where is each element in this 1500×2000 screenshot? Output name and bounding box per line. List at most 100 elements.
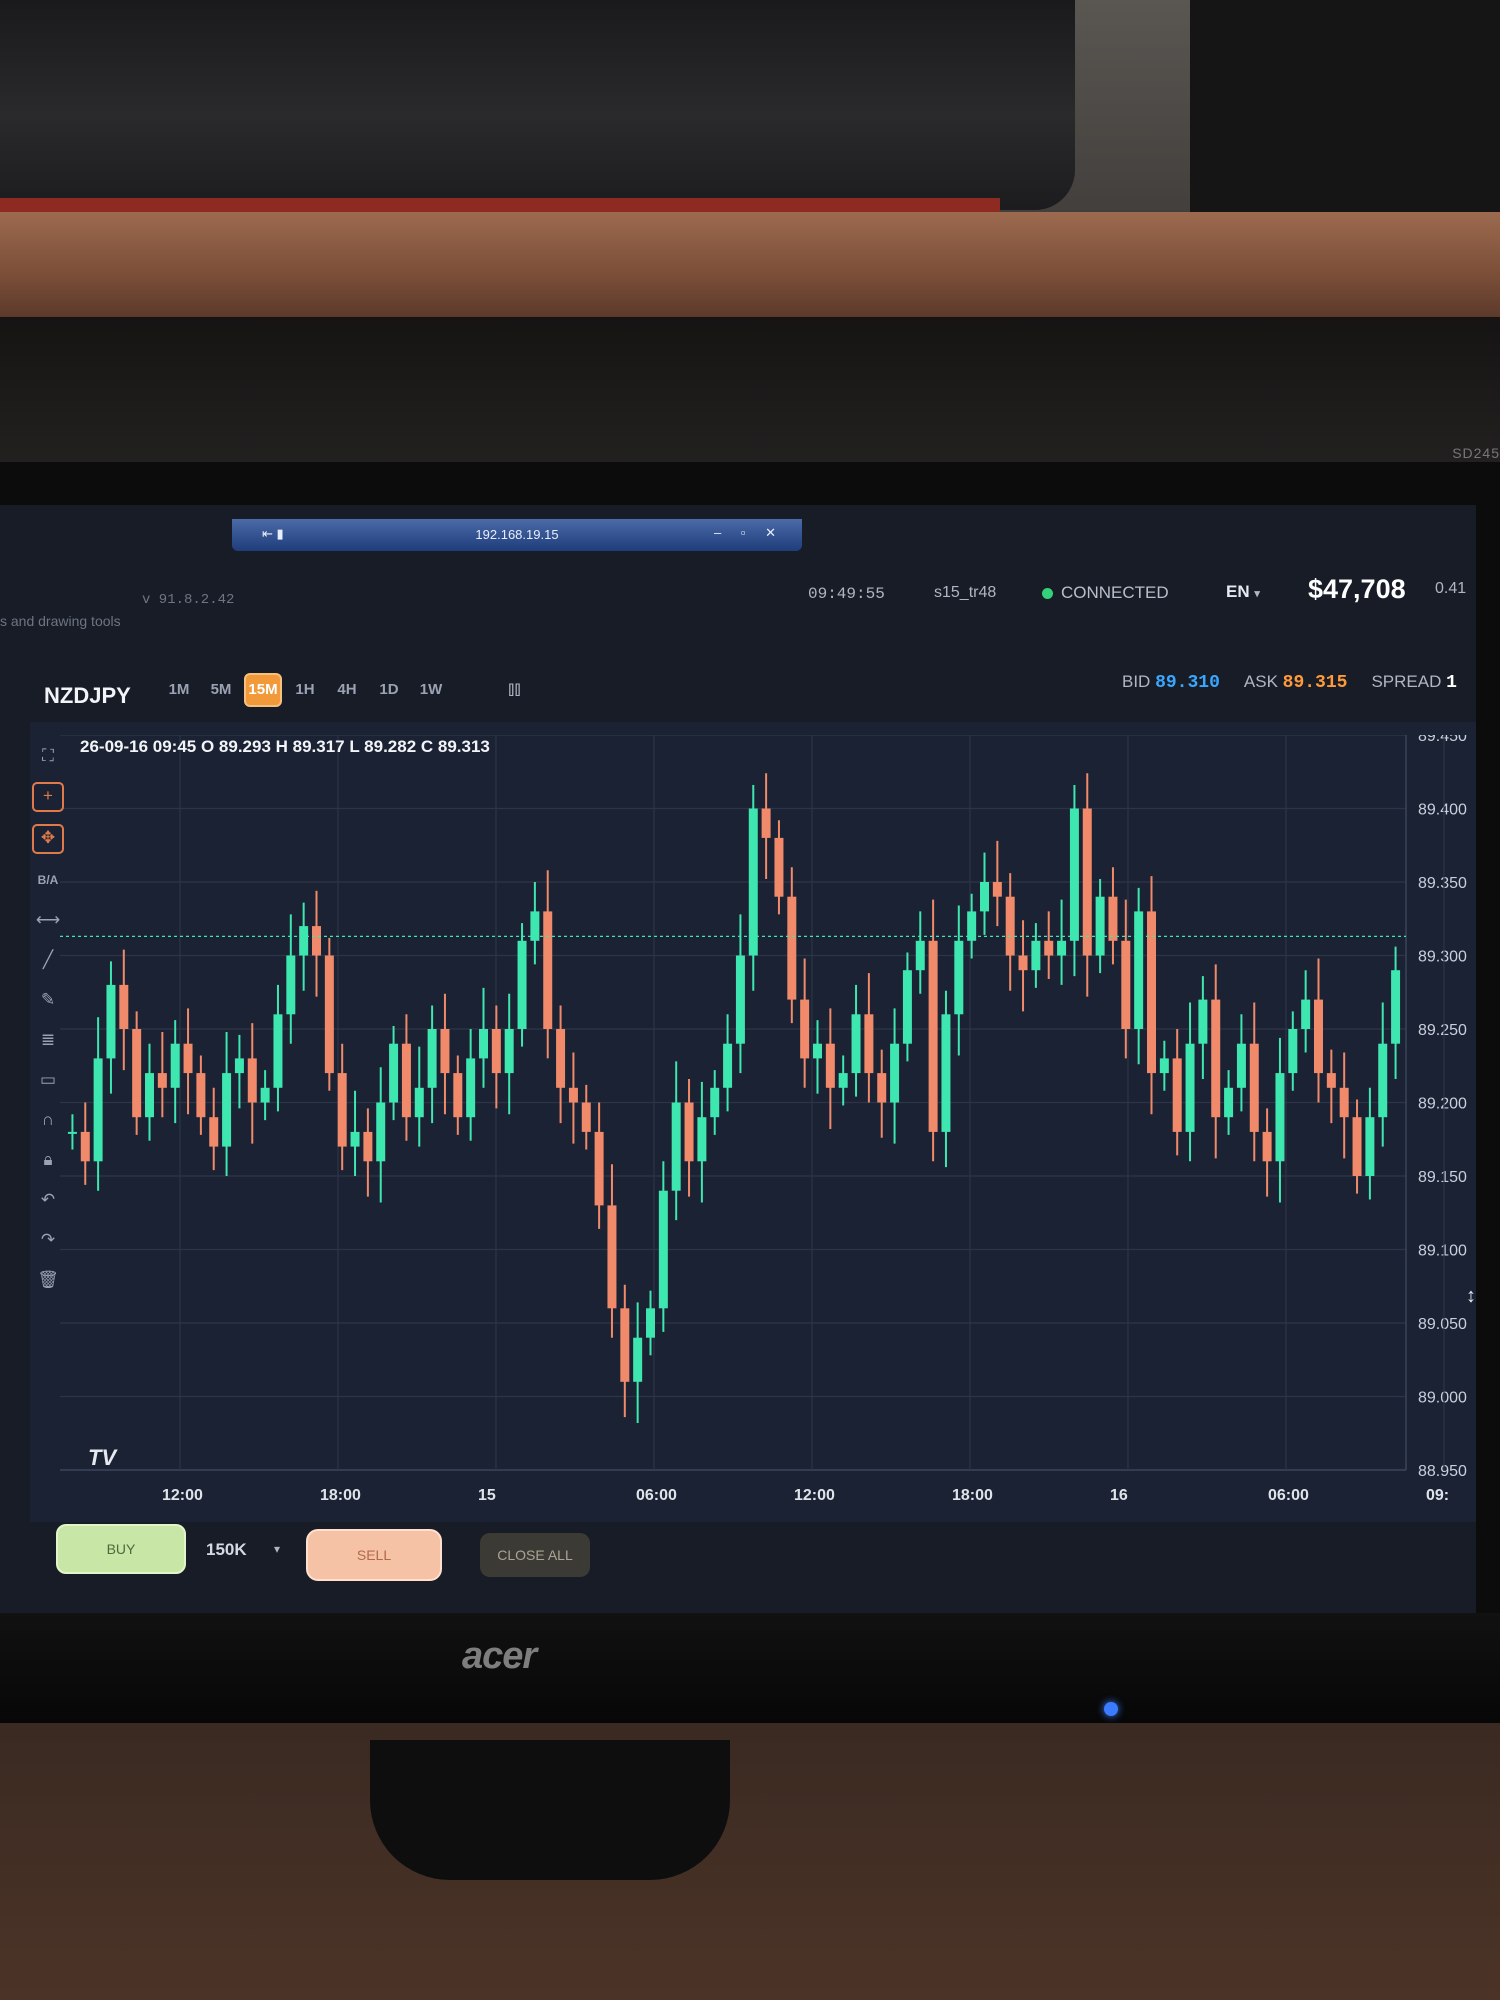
x-tick-label: 12:00: [162, 1487, 203, 1504]
tab-5m[interactable]: 5M: [202, 673, 240, 707]
candles-icon[interactable]: ⫾⫾: [508, 678, 521, 701]
tab-4h[interactable]: 4H: [328, 673, 366, 707]
magnet-icon[interactable]: ∩: [33, 1106, 63, 1134]
candle-body: [517, 940, 527, 1029]
tab-1w[interactable]: 1W: [412, 673, 450, 707]
speaker-box: [1190, 0, 1500, 220]
candle-body: [273, 1014, 283, 1088]
buy-button[interactable]: BUY: [56, 1524, 186, 1574]
close-all-button[interactable]: CLOSE ALL: [480, 1533, 590, 1577]
quote-panel: BID 89.310 ASK 89.315 SPREAD 1: [1122, 672, 1457, 693]
desk: [0, 1723, 1500, 2000]
candle-body: [1031, 940, 1041, 971]
rectangle-icon[interactable]: ▭: [33, 1066, 63, 1094]
x-tick-label: 06:00: [636, 1487, 677, 1504]
move-icon[interactable]: ✥: [32, 824, 64, 854]
undo-icon[interactable]: ↶: [33, 1186, 63, 1214]
candle-body: [1314, 999, 1323, 1074]
tab-1m[interactable]: 1M: [160, 673, 198, 707]
bid-label: BID: [1122, 672, 1151, 691]
candle-body: [1134, 911, 1144, 1029]
candle-body: [1352, 1117, 1362, 1176]
candle-body: [774, 837, 784, 897]
monitor-stand: [370, 1740, 730, 1880]
tab-1d[interactable]: 1D: [370, 673, 408, 707]
candle-body: [864, 1014, 874, 1074]
candle-body: [1262, 1131, 1272, 1162]
lock-icon[interactable]: 🔒︎: [33, 1146, 63, 1174]
y-tick-label: 89.250: [1418, 1022, 1467, 1039]
candle-body: [890, 1043, 900, 1103]
candle-body: [800, 999, 810, 1059]
measure-icon[interactable]: ⟷: [33, 906, 63, 934]
trash-icon[interactable]: 🗑︎: [33, 1266, 63, 1294]
candle-body: [491, 1029, 501, 1074]
shelf: [0, 212, 1500, 317]
candle-body: [915, 940, 925, 971]
brush-icon[interactable]: ✎: [33, 986, 63, 1014]
candle-body: [556, 1029, 566, 1088]
candle-body: [479, 1029, 488, 1059]
candle-body: [646, 1308, 655, 1338]
fib-icon[interactable]: ≣: [33, 1026, 63, 1054]
candle-body: [1236, 1043, 1246, 1088]
y-tick-label: 89.050: [1418, 1316, 1467, 1333]
candle-body: [941, 1014, 951, 1132]
window-controls[interactable]: – ▫ ✕: [714, 525, 784, 541]
candle-body: [594, 1131, 604, 1206]
candle-body: [1288, 1029, 1298, 1074]
candle-body: [324, 955, 334, 1074]
tab-15m[interactable]: 15M: [244, 673, 282, 707]
candle-body: [825, 1043, 835, 1088]
power-led-icon[interactable]: [1104, 1702, 1118, 1716]
language-select[interactable]: EN ▾: [1226, 582, 1260, 602]
symbol-selector[interactable]: NZDJPY: [44, 683, 131, 709]
candle-body: [222, 1073, 232, 1147]
drawing-toolbar: ⛶ + ✥ B/A ⟷ ╱ ✎ ≣ ▭ ∩ 🔒︎ ↶ ↷ 🗑︎: [30, 742, 66, 1294]
trendline-icon[interactable]: ╱: [33, 946, 63, 974]
x-tick-label: 18:00: [320, 1487, 361, 1504]
x-tick-label: 16: [1110, 1487, 1128, 1504]
candle-body: [286, 955, 296, 1015]
remote-desktop-bar[interactable]: ⇤ ▮ 192.168.19.15 – ▫ ✕: [232, 519, 802, 551]
spread-value: 1: [1446, 673, 1457, 693]
y-tick-label: 89.150: [1418, 1169, 1467, 1186]
ohlc-legend: 26-09-16 09:45 O 89.293 H 89.317 L 89.28…: [80, 737, 490, 756]
candle-body: [119, 984, 129, 1029]
candle-body: [1326, 1073, 1336, 1088]
tab-1h[interactable]: 1H: [286, 673, 324, 707]
candle-body: [1159, 1058, 1169, 1074]
candle-body: [1057, 940, 1067, 956]
sell-button[interactable]: SELL: [306, 1529, 442, 1581]
candle-body: [183, 1043, 193, 1074]
quantity-select[interactable]: 150K: [206, 1540, 247, 1560]
fullscreen-icon[interactable]: ⛶: [33, 742, 63, 770]
chevron-down-icon[interactable]: ▾: [274, 1542, 280, 1556]
candle-body: [1185, 1043, 1195, 1132]
price-chart[interactable]: 89.450 89.400 89.350 89.300 89.250 89.200 89.1…: [60, 735, 1476, 1525]
y-tick-label: 89.100: [1418, 1243, 1467, 1260]
candle-body: [723, 1043, 733, 1088]
bid-ask-toggle[interactable]: B/A: [33, 866, 63, 894]
y-tick-label: 89.000: [1418, 1390, 1467, 1407]
candle-body: [376, 1102, 386, 1162]
candle-body: [761, 808, 771, 838]
candle-body: [260, 1087, 270, 1103]
account-id[interactable]: s15_tr48: [934, 584, 996, 602]
candle-body: [633, 1337, 643, 1382]
spread-label: SPREAD: [1371, 672, 1442, 691]
redo-icon[interactable]: ↷: [33, 1226, 63, 1254]
candle-body: [1082, 808, 1092, 956]
y-tick-label: 88.950: [1418, 1463, 1467, 1480]
crosshair-icon[interactable]: +: [32, 782, 64, 812]
candle-body: [710, 1087, 720, 1118]
candle-body: [401, 1043, 411, 1118]
candle-body: [1198, 999, 1208, 1044]
candle-body: [902, 970, 912, 1044]
candle-body: [607, 1205, 617, 1309]
ask-value: 89.315: [1282, 673, 1348, 693]
candle-body: [671, 1102, 681, 1191]
candle-body: [427, 1029, 437, 1088]
candle-body: [1301, 999, 1311, 1029]
candle-body: [440, 1029, 450, 1074]
